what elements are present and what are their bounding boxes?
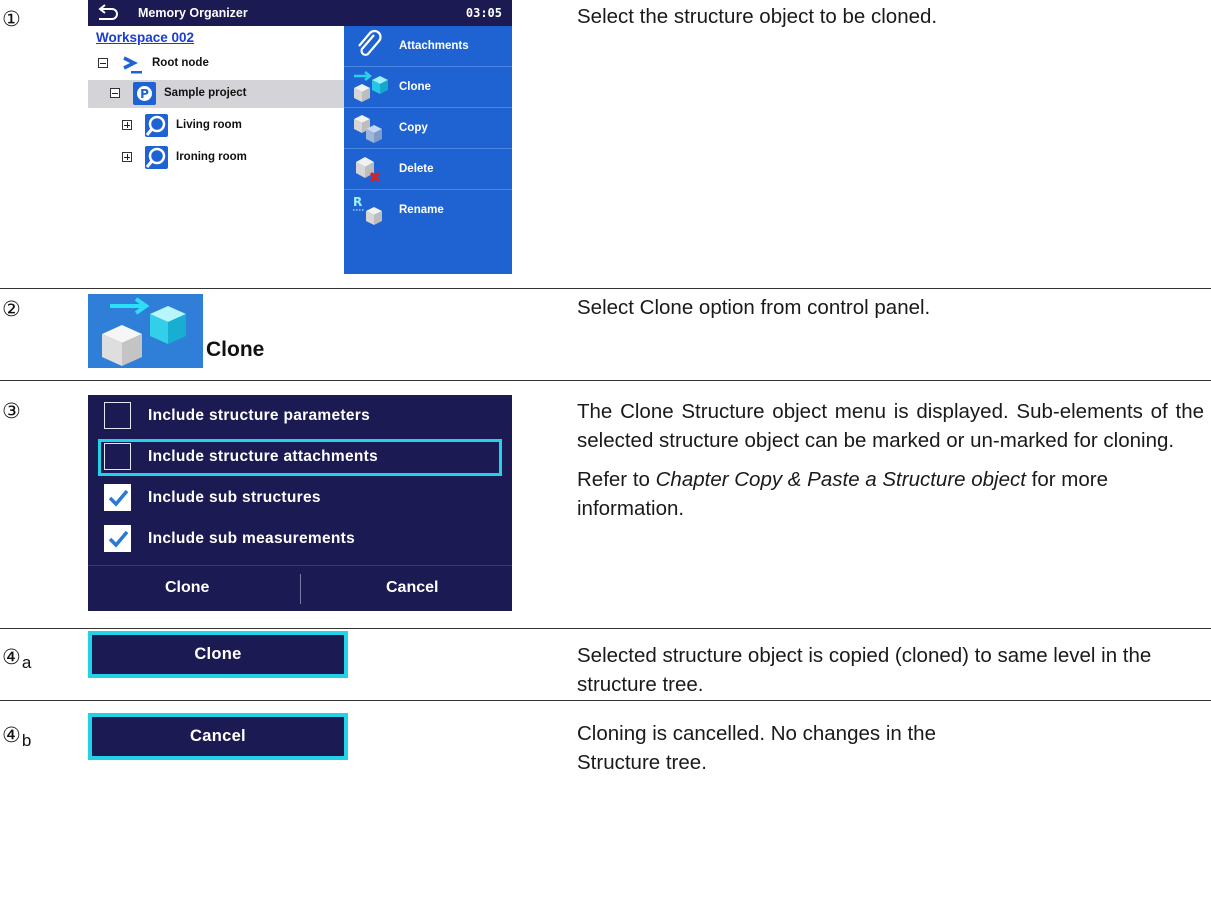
row-separator (0, 628, 1211, 629)
panel-item-label: Clone (399, 81, 431, 93)
step-number: ③ (2, 399, 21, 423)
tree-item-label: Living room (176, 119, 242, 131)
checkbox-unchecked-icon[interactable] (104, 443, 131, 470)
tree-item-root-node[interactable]: Root node (88, 50, 344, 78)
dialog-clone-button[interactable]: Clone (165, 579, 209, 597)
clone-icon-caption: Clone (206, 338, 265, 361)
paperclip-icon (358, 29, 382, 56)
description-reference: Refer to Chapter Copy & Paste a Structur… (577, 465, 1204, 523)
option-label: Include structure parameters (148, 407, 371, 424)
clone-large-icon (88, 294, 203, 368)
checkbox-unchecked-icon[interactable] (104, 402, 131, 429)
rename-icon: R (353, 195, 382, 225)
expand-toggle-icon[interactable] (122, 120, 132, 130)
dialog-footer: Clone Cancel (88, 565, 512, 611)
footer-divider (300, 574, 301, 604)
step-number: ④a (2, 645, 32, 672)
option-include-sub-structures[interactable]: Include sub structures (98, 480, 502, 517)
device-screen-memory-organizer: Memory Organizer 03:05 Workspace 002 Roo… (88, 0, 512, 274)
panel-item-attachments[interactable]: Attachments (344, 26, 512, 67)
panel-item-delete[interactable]: Delete (344, 149, 512, 190)
panel-item-label: Rename (399, 204, 444, 216)
device-clock: 03:05 (465, 6, 502, 20)
room-icon (145, 114, 168, 137)
option-include-structure-parameters[interactable]: Include structure parameters (98, 398, 502, 435)
tree-item-ironing-room[interactable]: Ironing room (88, 144, 344, 172)
step-number: ① (2, 7, 21, 31)
dialog-cancel-button[interactable]: Cancel (386, 579, 438, 597)
description-text: Select the structure object to be cloned… (577, 5, 938, 28)
step-4b-description: Cloning is cancelled. No changes in the … (577, 719, 997, 787)
description-text: Selected structure object is copied (clo… (577, 644, 1152, 696)
step-3-description: The Clone Structure object menu is displ… (577, 397, 1204, 533)
step-number-suffix: b (21, 731, 32, 750)
step-number-glyph: ④ (2, 723, 21, 747)
option-label: Include structure attachments (148, 448, 379, 465)
back-arrow-icon[interactable] (96, 3, 120, 21)
description-text: Select Clone option from control panel. (577, 296, 931, 319)
tree-item-label: Root node (152, 57, 209, 69)
description-text: Cloning is cancelled. No changes in the … (577, 722, 936, 774)
cancel-button[interactable]: Cancel (88, 713, 348, 760)
control-panel: Attachments Clone Copy Delete R Rename (344, 26, 512, 274)
step-number-suffix: a (21, 653, 32, 672)
clone-button[interactable]: Clone (88, 631, 348, 678)
row-separator (0, 380, 1211, 381)
copy-icon (354, 115, 382, 143)
step-4a-description: Selected structure object is copied (clo… (577, 641, 1204, 709)
collapse-toggle-icon[interactable] (98, 58, 108, 68)
svg-text:R: R (353, 195, 362, 209)
step-1-row: ① Memory Organizer 03:05 Workspace 002 R… (0, 0, 1211, 280)
tree-item-living-room[interactable]: Living room (88, 112, 344, 140)
reference-prefix: Refer to (577, 468, 656, 491)
svg-text:P: P (140, 87, 149, 101)
tree-item-sample-project[interactable]: P Sample project (88, 80, 344, 108)
option-label: Include sub measurements (148, 530, 356, 547)
room-icon (145, 146, 168, 169)
workspace-link[interactable]: Workspace 002 (96, 30, 194, 45)
chapter-reference: Chapter Copy & Paste a Structure object (655, 468, 1026, 491)
clone-structure-dialog: Include structure parameters Include str… (88, 395, 512, 611)
device-title: Memory Organizer (138, 6, 248, 20)
step-number-glyph: ④ (2, 645, 21, 669)
option-include-structure-attachments[interactable]: Include structure attachments (98, 439, 502, 476)
panel-item-copy[interactable]: Copy (344, 108, 512, 149)
option-include-sub-measurements[interactable]: Include sub measurements (98, 521, 502, 558)
step-2-description: Select Clone option from control panel. (577, 293, 1204, 332)
collapse-toggle-icon[interactable] (110, 88, 120, 98)
panel-item-clone[interactable]: Clone (344, 67, 512, 108)
tree-item-label: Sample project (164, 87, 247, 99)
panel-item-rename[interactable]: R Rename (344, 190, 512, 231)
panel-item-label: Copy (399, 122, 428, 134)
root-node-icon (123, 56, 142, 74)
step-number: ② (2, 297, 21, 321)
tree-item-label: Ironing room (176, 151, 247, 163)
expand-toggle-icon[interactable] (122, 152, 132, 162)
checkbox-checked-icon[interactable] (104, 525, 131, 552)
option-label: Include sub structures (148, 489, 321, 506)
device-header: Memory Organizer 03:05 (88, 0, 512, 26)
checkbox-checked-icon[interactable] (104, 484, 131, 511)
panel-item-label: Attachments (399, 40, 469, 52)
project-icon: P (133, 82, 156, 105)
panel-item-label: Delete (399, 163, 434, 175)
step-number: ④b (2, 723, 32, 750)
row-separator (0, 700, 1211, 701)
step-1-description: Select the structure object to be cloned… (577, 2, 1204, 41)
delete-icon (356, 157, 381, 183)
description-text: The Clone Structure object menu is displ… (577, 400, 1204, 452)
clone-icon (354, 71, 388, 102)
